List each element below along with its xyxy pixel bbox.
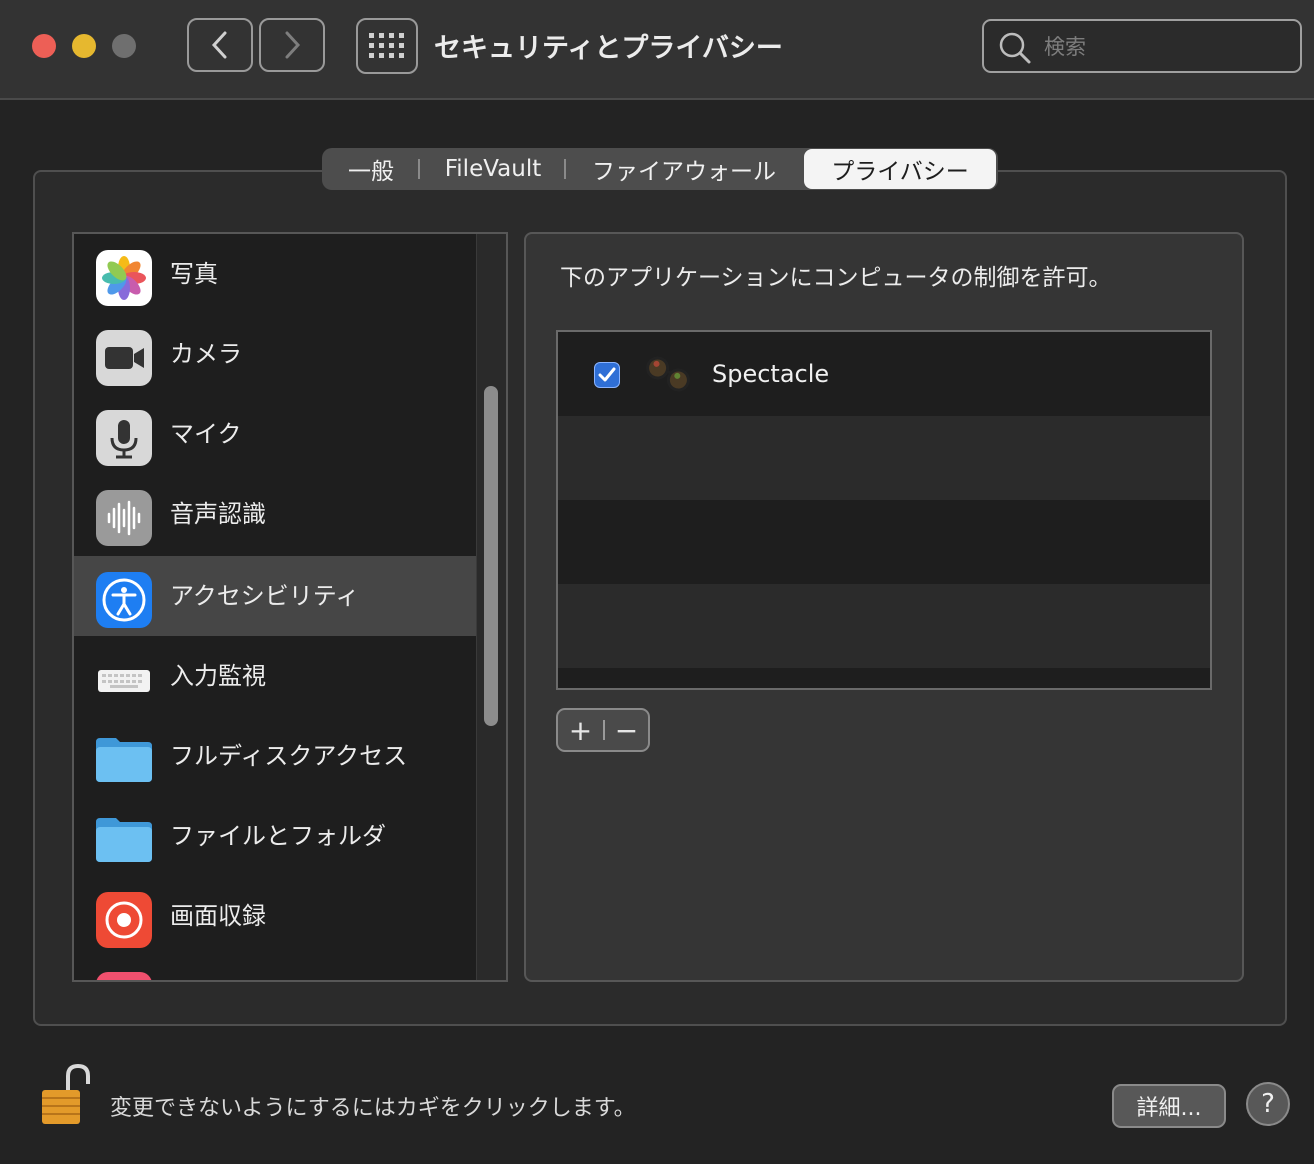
sidebar-item-partial[interactable]: [74, 956, 476, 980]
search-icon: [999, 32, 1031, 64]
folder-icon: [96, 732, 152, 788]
lock-icon[interactable]: [40, 1062, 90, 1128]
tab-label: プライバシー: [831, 159, 969, 185]
lock-message: 変更できないようにするにはカギをクリックします。: [110, 1096, 636, 1121]
advanced-button[interactable]: 詳細...: [1112, 1084, 1226, 1128]
sidebar-item-full-disk-access[interactable]: フルディスクアクセス: [74, 716, 476, 796]
sidebar-item-label: マイク: [170, 420, 242, 448]
add-remove-control: + −: [556, 708, 650, 752]
minimize-window-button[interactable]: [72, 34, 96, 58]
sidebar-item-camera[interactable]: カメラ: [74, 314, 476, 394]
tab-privacy[interactable]: プライバシー: [804, 149, 996, 189]
window-title: セキュリティとプライバシー: [434, 33, 783, 64]
add-app-button[interactable]: +: [558, 710, 603, 750]
photos-icon: [96, 250, 152, 306]
sidebar-item-input-monitoring[interactable]: 入力監視: [74, 636, 476, 716]
sidebar-item-speech-recognition[interactable]: 音声認識: [74, 474, 476, 554]
tab-filevault[interactable]: FileVault: [422, 148, 564, 190]
sidebar-item-label: 写真: [170, 260, 218, 288]
forward-button[interactable]: [259, 18, 325, 72]
table-row: [558, 584, 1210, 668]
tab-separator: [564, 159, 566, 179]
accessibility-icon: [96, 572, 152, 628]
grid-icon: [369, 33, 404, 58]
app-name: Spectacle: [712, 360, 830, 388]
back-button[interactable]: [187, 18, 253, 72]
sidebar-item-photos[interactable]: 写真: [74, 234, 476, 314]
chevron-left-icon: [211, 31, 227, 59]
tab-label: FileVault: [444, 156, 542, 182]
checkmark-icon: [598, 367, 616, 382]
sidebar-item-label: 画面収録: [170, 902, 266, 930]
close-window-button[interactable]: [32, 34, 56, 58]
sidebar-item-accessibility[interactable]: アクセシビリティ: [74, 556, 476, 636]
folder-icon: [96, 812, 152, 868]
allowed-apps-list[interactable]: Spectacle: [556, 330, 1212, 690]
tab-bar: 一般 FileVault ファイアウォール プライバシー: [322, 148, 998, 190]
sidebar-item-files-and-folders[interactable]: ファイルとフォルダ: [74, 796, 476, 876]
sidebar-item-label: 音声認識: [170, 500, 266, 528]
microphone-icon: [96, 410, 152, 466]
tab-label: 一般: [348, 159, 394, 185]
table-row: [558, 416, 1210, 500]
sidebar-item-label: フルディスクアクセス: [170, 742, 408, 770]
tab-label: ファイアウォール: [592, 159, 776, 185]
search-input[interactable]: [1042, 29, 1286, 65]
table-row: [558, 500, 1210, 584]
list-item[interactable]: Spectacle: [558, 332, 1210, 416]
sidebar-item-label: ファイルとフォルダ: [170, 822, 386, 850]
app-icon: [96, 972, 152, 980]
sidebar-item-label: カメラ: [170, 340, 242, 368]
show-all-button[interactable]: [356, 18, 418, 74]
sidebar-item-screen-recording[interactable]: 画面収録: [74, 876, 476, 956]
privacy-category-list[interactable]: 写真 カメラ マイク 音声認識 アクセシビリティ 入力監視 フルディスクアクセス…: [72, 232, 508, 982]
tab-general[interactable]: 一般: [322, 148, 420, 190]
chevron-right-icon: [285, 31, 301, 59]
help-button[interactable]: ?: [1246, 1082, 1290, 1126]
sidebar-item-label: アクセシビリティ: [170, 582, 360, 610]
scrollbar-thumb[interactable]: [484, 386, 498, 726]
search-field[interactable]: [982, 19, 1302, 73]
camera-icon: [96, 330, 152, 386]
spectacle-app-icon: [646, 356, 690, 392]
permission-description: 下のアプリケーションにコンピュータの制御を許可。: [560, 265, 1112, 291]
allow-checkbox[interactable]: [594, 362, 620, 388]
tab-firewall[interactable]: ファイアウォール: [568, 148, 800, 190]
sidebar-item-label: 入力監視: [170, 662, 266, 690]
tab-separator: [418, 159, 420, 179]
keyboard-icon: [96, 652, 152, 708]
remove-app-button[interactable]: −: [605, 710, 648, 750]
sidebar-item-microphone[interactable]: マイク: [74, 394, 476, 474]
screen-recording-icon: [96, 892, 152, 948]
zoom-window-button[interactable]: [112, 34, 136, 58]
speech-recognition-icon: [96, 490, 152, 546]
